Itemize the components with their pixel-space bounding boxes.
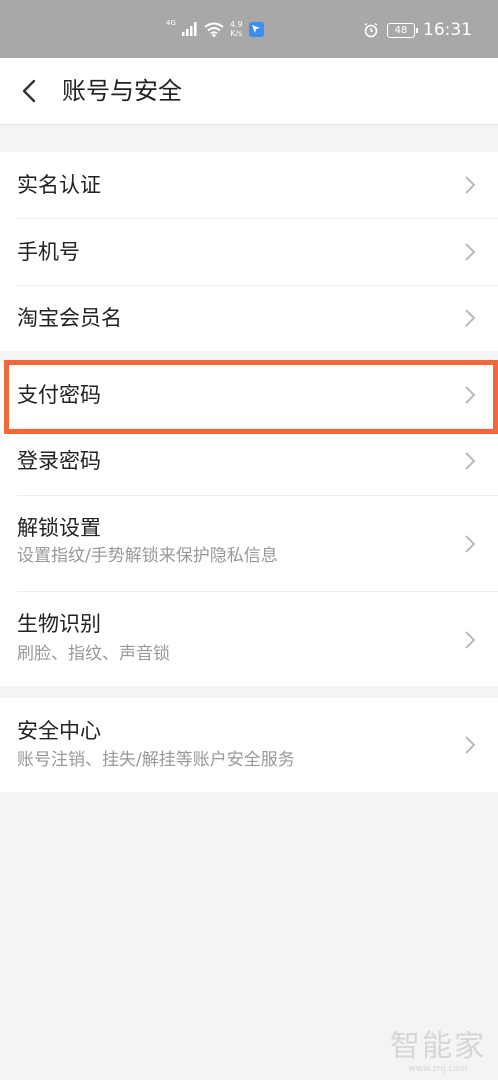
row-label: 手机号	[17, 240, 80, 264]
signal-icon	[181, 22, 197, 36]
row-subtitle: 刷脸、指纹、声音锁	[17, 644, 170, 664]
chevron-right-icon	[465, 309, 476, 327]
network-speed: 4.9 K/s	[230, 20, 243, 38]
watermark-logo-text: 智能家	[390, 1029, 486, 1064]
app-notification-icon	[248, 21, 264, 37]
row-payment-password[interactable]: 支付密码	[0, 362, 498, 428]
page-title: 账号与安全	[62, 77, 182, 105]
row-taobao-member-name[interactable]: 淘宝会员名	[0, 286, 498, 351]
row-subtitle: 账号注销、挂失/解挂等账户安全服务	[17, 750, 295, 770]
watermark-url: www.znj.com	[408, 1064, 468, 1074]
row-biometrics[interactable]: 生物识别 刷脸、指纹、声音锁	[0, 592, 498, 686]
back-button[interactable]	[14, 74, 48, 108]
row-real-name-verification[interactable]: 实名认证	[0, 152, 498, 218]
speed-value: 4.9	[229, 20, 243, 29]
row-label: 生物识别	[17, 612, 101, 636]
chevron-left-icon	[22, 79, 36, 103]
chevron-right-icon	[465, 243, 476, 261]
alarm-icon	[364, 22, 378, 38]
chevron-right-icon	[465, 176, 476, 194]
watermark: 智能家 www.znj.com	[390, 1029, 486, 1075]
chevron-right-icon	[465, 631, 476, 649]
network-type: 4G	[166, 19, 176, 27]
chevron-right-icon	[465, 535, 476, 553]
wifi-icon	[204, 22, 224, 37]
chevron-right-icon	[465, 736, 476, 754]
battery-icon: 48	[387, 22, 418, 38]
row-login-password[interactable]: 登录密码	[0, 429, 498, 495]
settings-group-basic: 实名认证 手机号 淘宝会员名	[0, 152, 498, 351]
status-bar: 4G 4.9 K/s 48 16:31	[0, 0, 498, 58]
chevron-right-icon	[465, 452, 476, 470]
row-label: 登录密码	[17, 449, 101, 473]
status-right: 48 16:31	[363, 20, 472, 40]
status-left: 4G 4.9 K/s	[166, 19, 264, 38]
chevron-right-icon	[465, 386, 476, 404]
row-label: 安全中心	[17, 719, 101, 743]
top-nav-bar: 账号与安全	[0, 58, 498, 125]
row-security-center[interactable]: 安全中心 账号注销、挂失/解挂等账户安全服务	[0, 698, 498, 792]
row-label: 淘宝会员名	[17, 306, 122, 330]
settings-group-security-center: 安全中心 账号注销、挂失/解挂等账户安全服务	[0, 698, 498, 792]
row-label: 实名认证	[17, 173, 101, 197]
row-phone-number[interactable]: 手机号	[0, 219, 498, 285]
row-unlock-settings[interactable]: 解锁设置 设置指纹/手势解锁来保护隐私信息	[0, 496, 498, 591]
row-subtitle: 设置指纹/手势解锁来保护隐私信息	[17, 546, 278, 566]
row-label: 解锁设置	[17, 516, 101, 540]
clock: 16:31	[423, 20, 472, 40]
settings-group-security: 支付密码 登录密码 解锁设置 设置指纹/手势解锁来保护隐私信息 生物识别 刷脸、…	[0, 362, 498, 686]
row-label: 支付密码	[17, 383, 101, 407]
speed-unit: K/s	[230, 29, 243, 38]
